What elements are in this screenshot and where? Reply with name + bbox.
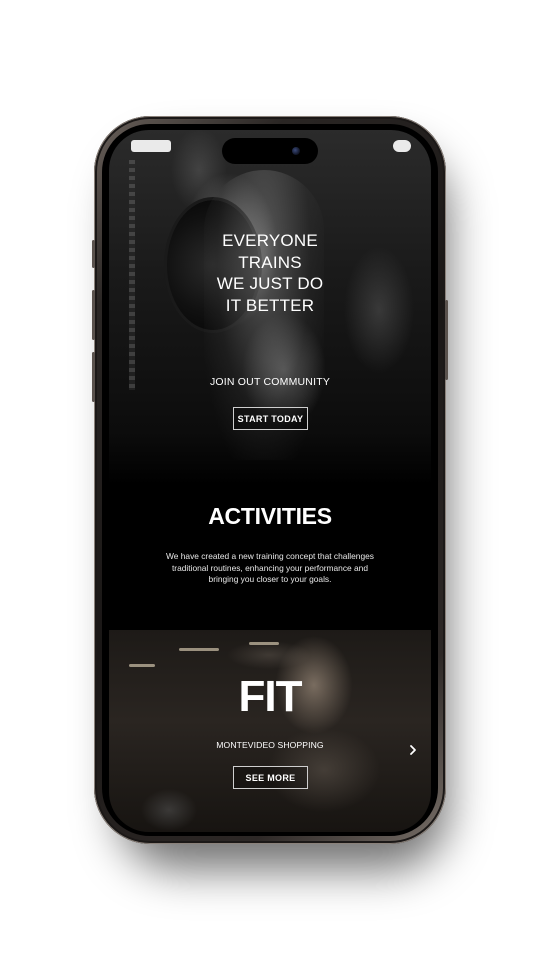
activities-section: ACTIVITIES We have created a new trainin… xyxy=(109,485,431,630)
join-community-text: JOIN OUT COMMUNITY xyxy=(209,376,331,388)
activities-description-line: We have created a new training concept t… xyxy=(166,551,374,561)
hero-title-line: WE JUST DO xyxy=(216,274,324,293)
chevron-right-icon-glyph xyxy=(410,745,416,755)
activities-title: ACTIVITIES xyxy=(208,503,332,529)
activities-description: We have created a new training concept t… xyxy=(159,551,381,586)
see-more-button[interactable]: SEE MORE xyxy=(233,766,308,789)
phone-screen: EVERYONE TRAINS WE JUST DO IT BETTER JOI… xyxy=(109,130,431,832)
hero-section: EVERYONE TRAINS WE JUST DO IT BETTER JOI… xyxy=(109,130,431,485)
ceiling-light xyxy=(129,664,155,667)
hero-title-line: EVERYONE xyxy=(222,231,318,250)
slide-title: FIT xyxy=(238,672,303,721)
volume-down-button xyxy=(92,352,95,402)
mockup-stage: EVERYONE TRAINS WE JUST DO IT BETTER JOI… xyxy=(0,0,540,960)
ceiling-light xyxy=(249,642,279,645)
activities-description-line: bringing you closer to your goals. xyxy=(208,574,332,584)
hero-title-line: IT BETTER xyxy=(225,295,315,315)
dynamic-island xyxy=(222,138,318,164)
battery-icon xyxy=(393,140,411,152)
silent-switch xyxy=(92,240,95,268)
hero-title: EVERYONE TRAINS WE JUST DO IT BETTER xyxy=(109,230,431,316)
camera-icon xyxy=(292,147,300,155)
activities-description-line: traditional routines, enhancing your per… xyxy=(171,562,368,573)
activity-slide-fit: FIT MONTEVIDEO SHOPPING SEE MORE xyxy=(109,630,431,832)
power-button xyxy=(445,300,448,380)
hero-title-line: TRAINS xyxy=(238,252,302,272)
ceiling-light xyxy=(179,648,219,651)
start-today-button[interactable]: START TODAY xyxy=(233,407,308,430)
chevron-right-icon[interactable] xyxy=(406,743,420,757)
slide-location: MONTEVIDEO SHOPPING xyxy=(216,740,324,750)
status-time xyxy=(131,140,171,152)
volume-up-button xyxy=(92,290,95,340)
